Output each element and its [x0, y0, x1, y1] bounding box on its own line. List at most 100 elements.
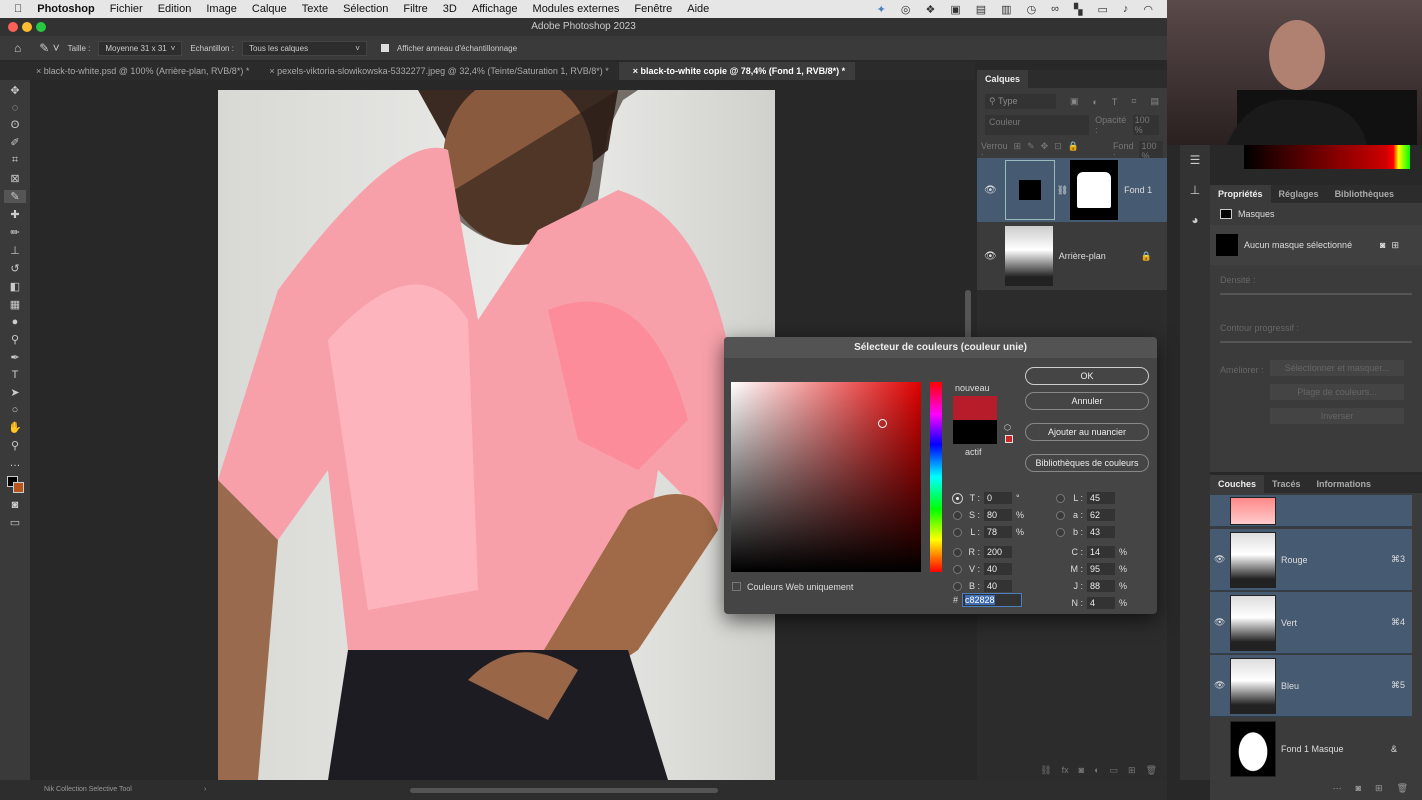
field-input[interactable]: 4 [1087, 597, 1115, 609]
field-input[interactable]: 88 [1087, 580, 1115, 592]
quick-select-tool-icon[interactable]: ✐ [10, 136, 19, 149]
channel-radio[interactable] [953, 510, 962, 520]
more-tools-icon[interactable]: … [10, 457, 21, 469]
field-input[interactable]: 45 [1087, 492, 1115, 504]
healing-tool-icon[interactable]: ✚ [10, 208, 19, 221]
eye-icon[interactable]: 👁 [984, 251, 997, 262]
menu-filtre[interactable]: Filtre [403, 3, 427, 15]
clock-icon[interactable]: ◷ [1027, 3, 1037, 16]
menu-modules[interactable]: Modules externes [533, 3, 620, 15]
menu-app[interactable]: Photoshop [37, 3, 94, 15]
frame-tool-icon[interactable]: ⊠ [10, 172, 19, 185]
filter-shape-icon[interactable]: ⌗ [1131, 96, 1136, 107]
tab-informations[interactable]: Informations [1309, 475, 1380, 493]
color-range-button[interactable]: Plage de couleurs... [1270, 384, 1404, 400]
zoom-window-button[interactable] [36, 22, 46, 32]
creative-cloud-icon[interactable]: ◎ [901, 3, 911, 16]
tab-black-to-white-copie[interactable]: × black-to-white copie @ 78,4% (Fond 1, … [618, 62, 856, 80]
tab-couches[interactable]: Couches [1210, 475, 1265, 493]
quick-mask-icon[interactable]: ◙ [12, 499, 19, 511]
field-input[interactable]: 95 [1087, 563, 1115, 575]
menu-fichier[interactable]: Fichier [110, 3, 143, 15]
shape-tool-icon[interactable]: ○ [12, 404, 19, 416]
grid-icon[interactable]: ▚ [1074, 3, 1082, 16]
layer-filter-select[interactable]: ⚲ Type [985, 94, 1056, 109]
field-input[interactable]: 40 [984, 563, 1012, 575]
channel-rouge[interactable]: 👁 Rouge ⌘3 [1210, 529, 1412, 591]
channel-radio[interactable] [953, 564, 962, 574]
tab-black-to-white[interactable]: × black-to-white.psd @ 100% (Arrière-pla… [0, 62, 259, 80]
blend-mode-select[interactable]: Couleur [985, 115, 1090, 135]
channel-radio[interactable] [953, 527, 962, 537]
channel-radio[interactable] [1056, 510, 1065, 520]
add-to-swatches-button[interactable]: Ajouter au nuancier [1025, 423, 1149, 441]
channel-radio[interactable] [1056, 527, 1065, 537]
hex-input[interactable]: c82828 [962, 593, 1022, 607]
chevron-right-icon[interactable]: › [204, 780, 206, 800]
field-input[interactable]: 40 [984, 580, 1012, 592]
eye-icon[interactable]: 👁 [1214, 680, 1225, 691]
color-swatches-icon[interactable] [5, 474, 25, 494]
filter-type-icon[interactable]: T [1112, 97, 1118, 107]
web-colors-checkbox[interactable] [732, 582, 741, 591]
echantillon-select[interactable]: Tous les calques ˅ [241, 40, 367, 56]
path-select-tool-icon[interactable]: ➤ [10, 386, 19, 399]
home-icon[interactable]: ⌂ [14, 41, 21, 55]
field-input[interactable]: 62 [1087, 509, 1115, 521]
select-and-mask-button[interactable]: Sélectionner et masquer... [1270, 360, 1404, 376]
channel-rgb[interactable] [1210, 495, 1412, 527]
new-channel-icon[interactable]: ⊞ [1375, 783, 1383, 794]
ok-button[interactable]: OK [1025, 367, 1149, 385]
volume-icon[interactable]: ♪ [1123, 3, 1129, 16]
display-icon[interactable]: ▤ [976, 3, 986, 16]
lasso-tool-icon[interactable]: ʘ [11, 119, 20, 131]
color-field[interactable] [731, 382, 921, 572]
eyedropper-tool-icon[interactable]: ✎ [4, 190, 26, 203]
menu-selection[interactable]: Sélection [343, 3, 388, 15]
field-input[interactable]: 200 [984, 546, 1012, 558]
adjustments-icon[interactable]: ☰ [1190, 153, 1201, 167]
tab-traces[interactable]: Tracés [1264, 475, 1309, 493]
color-ramp[interactable] [1244, 145, 1410, 169]
mask-thumbnail[interactable] [1070, 160, 1119, 220]
save-selection-icon[interactable]: ◙ [1356, 783, 1361, 794]
eyedropper-icon[interactable]: ✎ ˅ [39, 41, 59, 55]
pen-tool-icon[interactable]: ✒ [10, 351, 19, 364]
field-input[interactable]: 14 [1087, 546, 1115, 558]
gamut-warning-icon[interactable]: ⬡ [1004, 423, 1011, 432]
camera-icon[interactable]: ▣ [950, 3, 960, 16]
ring-checkbox[interactable] [380, 44, 389, 52]
load-selection-icon[interactable]: ⋯ [1333, 783, 1342, 794]
dodge-tool-icon[interactable]: ⚲ [11, 333, 19, 346]
pixel-mask-icon[interactable]: ◙ [1380, 240, 1385, 250]
add-mask-icon[interactable]: ◙ [1079, 765, 1084, 776]
vector-mask-icon[interactable]: ⊞ [1391, 240, 1399, 251]
menu-texte[interactable]: Texte [302, 3, 328, 15]
hand-tool-icon[interactable]: ✋ [8, 421, 22, 434]
filter-adjust-icon[interactable]: ◐ [1092, 97, 1097, 107]
tab-proprietes[interactable]: Propriétés [1210, 185, 1271, 203]
history-brush-icon[interactable]: ↺ [10, 262, 19, 275]
eraser-tool-icon[interactable]: ◧ [10, 280, 20, 293]
move-tool-icon[interactable]: ✥ [10, 84, 19, 97]
crop-tool-icon[interactable]: ⌗ [12, 154, 18, 167]
link-layers-icon[interactable]: ⛓ [1040, 765, 1051, 776]
eye-icon[interactable]: 👁 [984, 185, 997, 196]
fx-icon[interactable]: fx [1062, 765, 1069, 776]
tab-bibliotheques[interactable]: Bibliothèques [1327, 185, 1403, 203]
type-tool-icon[interactable]: T [12, 369, 19, 381]
menu-affichage[interactable]: Affichage [472, 3, 518, 15]
channel-radio[interactable] [952, 492, 963, 504]
close-window-button[interactable] [8, 22, 18, 32]
menu-aide[interactable]: Aide [687, 3, 709, 15]
tab-pexels[interactable]: × pexels-viktoria-slowikowska-5332277.jp… [259, 62, 618, 80]
delete-channel-icon[interactable]: 🗑 [1397, 783, 1408, 794]
channel-bleu[interactable]: 👁 Bleu ⌘5 [1210, 655, 1412, 717]
color-wheel-icon[interactable]: ◕ [1191, 213, 1198, 227]
link-icon[interactable]: ⛓ [1057, 185, 1068, 196]
screen-mode-icon[interactable]: ▭ [10, 516, 20, 529]
butterfly-icon[interactable]: ✦ [877, 3, 886, 16]
opacity-input[interactable]: 100 % [1132, 115, 1159, 135]
minimize-window-button[interactable] [22, 22, 32, 32]
canvas-image[interactable] [218, 90, 775, 780]
